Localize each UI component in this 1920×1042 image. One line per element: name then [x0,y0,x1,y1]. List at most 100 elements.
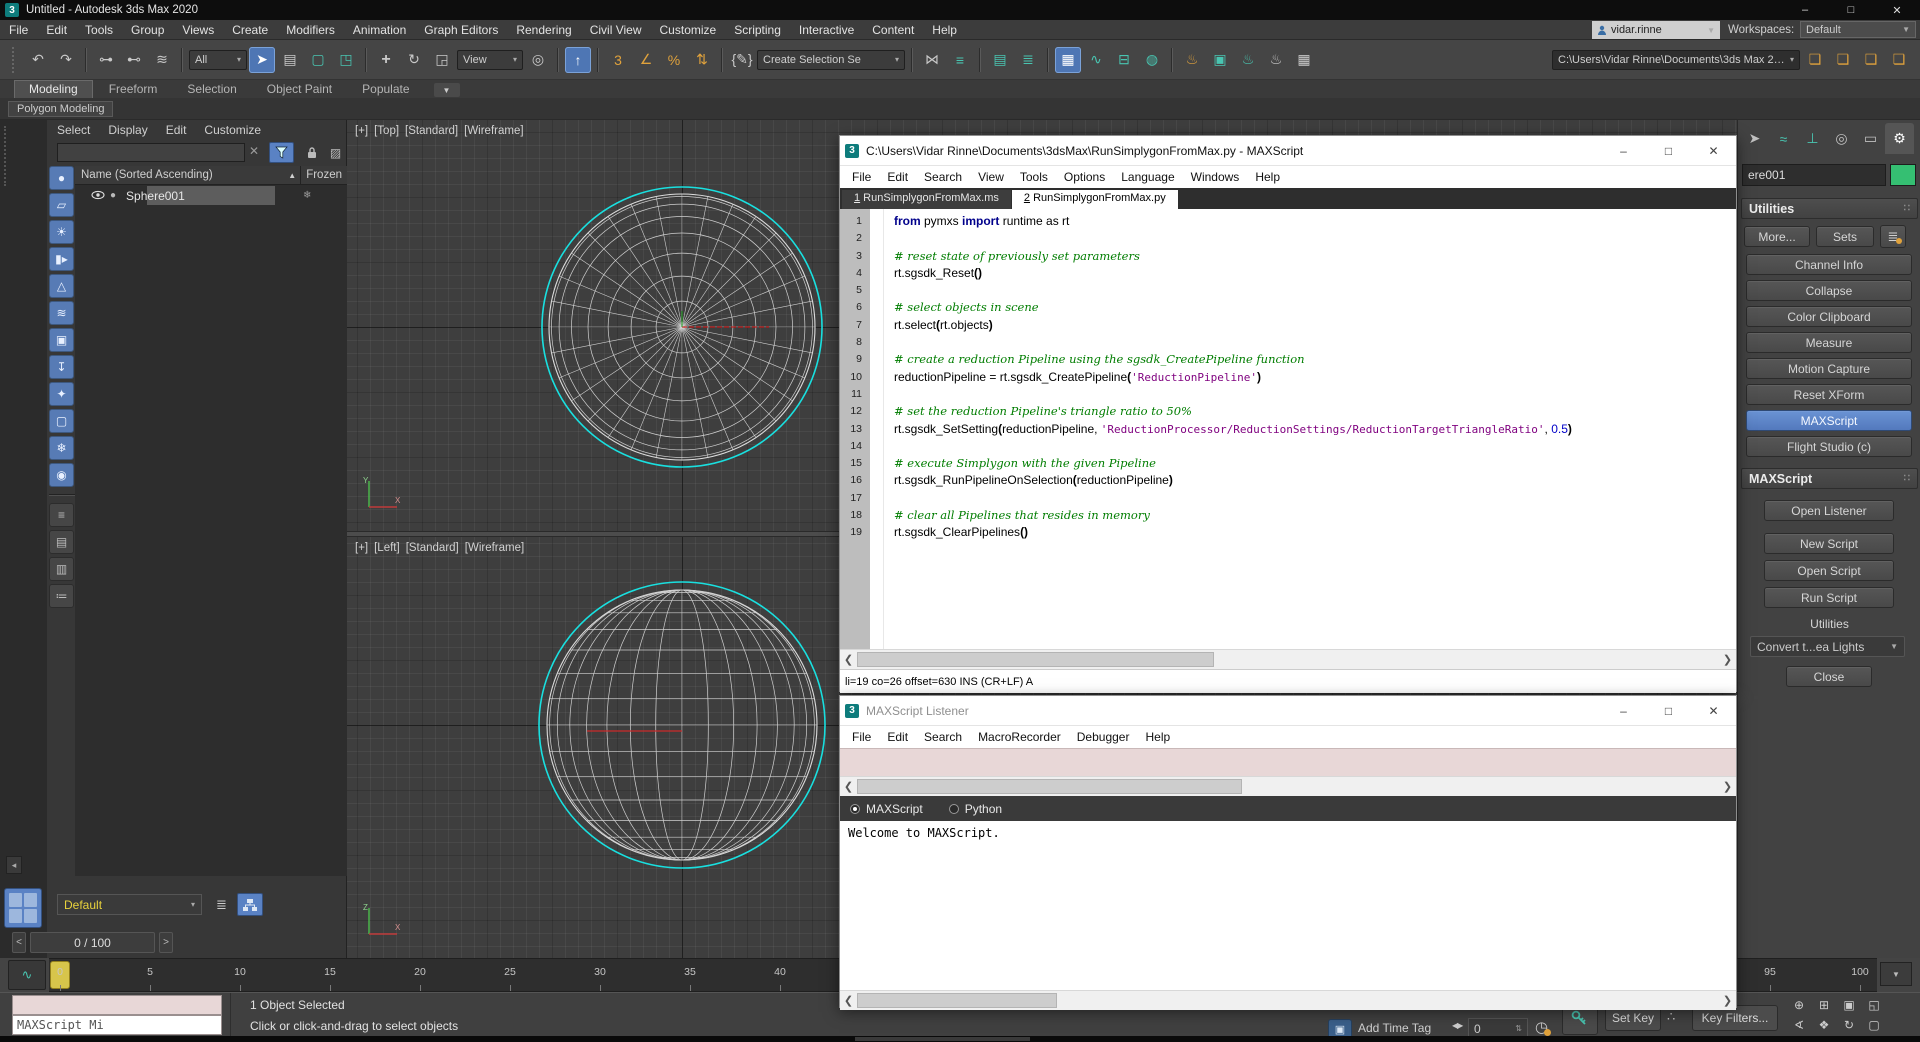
listener-output[interactable]: Welcome to MAXScript. [840,821,1736,990]
material-editor-icon[interactable]: ◍ [1139,47,1165,73]
editor-menu-help[interactable]: Help [1247,167,1288,187]
viewport-standard-label[interactable]: [Standard] [406,542,459,554]
clear-search-icon[interactable]: ✕ [249,144,259,158]
named-selection-sets-dropdown[interactable]: Create Selection Se▾ [757,50,905,70]
frozen-column-header[interactable]: Frozen [300,166,347,184]
close-icon[interactable]: ✕ [1691,136,1736,166]
menu-content[interactable]: Content [863,20,923,40]
explorer-tool-icon-1[interactable]: ≡ [49,503,74,527]
code-line[interactable]: 17 [840,490,1736,507]
code-line[interactable]: 3# reset state of previously set paramet… [840,248,1736,265]
scroll-left-icon[interactable]: ❮ [840,780,857,793]
object-name-field[interactable]: ere001 [1742,164,1886,186]
explorer-menu-customize[interactable]: Customize [204,120,261,140]
mirror-icon[interactable]: ⋈ [919,47,945,73]
editor-menu-search[interactable]: Search [916,167,970,187]
menu-rendering[interactable]: Rendering [507,20,580,40]
listener-menu-help[interactable]: Help [1137,727,1178,747]
collapse-button[interactable]: Collapse [1746,280,1912,301]
code-line[interactable]: 8 [840,334,1736,351]
display-geometry-toggle[interactable]: ● [49,166,74,190]
display-helpers-toggle[interactable]: △ [49,274,74,298]
menu-civil-view[interactable]: Civil View [581,20,651,40]
project-folder-dropdown[interactable]: C:\Users\Vidar Rinne\Documents\3ds Max 2… [1552,50,1800,70]
explorer-tool-icon-4[interactable]: ≔ [49,584,74,608]
ribbon-tab-object-paint[interactable]: Object Paint [253,81,346,98]
menu-edit[interactable]: Edit [37,20,76,40]
code-line[interactable]: 19rt.sgsdk_ClearPipelines() [840,524,1736,541]
bind-to-space-warp-icon[interactable]: ≋ [149,47,175,73]
time-configuration-icon[interactable]: ◷ [1535,1018,1548,1036]
motion-tab[interactable]: ◎ [1827,123,1856,154]
display-bones-toggle[interactable]: ✦ [49,382,74,406]
motion-capture-button[interactable]: Motion Capture [1746,358,1912,379]
flight-studio-c-button[interactable]: Flight Studio (c) [1746,436,1912,457]
scroll-right-icon[interactable]: ❯ [1719,994,1736,1007]
table-row[interactable]: ● Sphere001 ❄ [75,185,347,206]
close-icon[interactable]: ✕ [1874,0,1920,20]
mini-listener-input[interactable]: MAXScript Mi [12,1015,222,1035]
minimize-icon[interactable]: – [1782,0,1828,20]
scrollbar-thumb[interactable] [857,779,1242,794]
radio-maxscript[interactable]: MAXScript [850,802,923,816]
editor-menu-options[interactable]: Options [1056,167,1113,187]
listener-menu-debugger[interactable]: Debugger [1069,727,1138,747]
editor-menu-language[interactable]: Language [1113,167,1182,187]
menu-group[interactable]: Group [122,20,173,40]
display-spacewarps-toggle[interactable]: ≋ [49,301,74,325]
explorer-menu-select[interactable]: Select [57,120,90,140]
snaps-toggle-icon[interactable]: 3 [605,47,631,73]
ribbon-tab-populate[interactable]: Populate [348,81,423,98]
restore-icon[interactable]: □ [1828,0,1874,20]
create-tab[interactable]: ➤ [1740,123,1769,154]
sphere-wireframe-top-view[interactable] [532,177,832,477]
object-name[interactable]: Sphere001 [126,189,185,203]
menu-create[interactable]: Create [223,20,277,40]
editor-menu-tools[interactable]: Tools [1012,167,1056,187]
key-mode-icon[interactable]: ∴ [1667,1009,1675,1025]
table-header[interactable]: Name (Sorted Ascending) ▲ Frozen [75,166,347,185]
listener-menu-edit[interactable]: Edit [879,727,916,747]
code-line[interactable]: 13rt.sgsdk_SetSetting(reductionPipeline,… [840,421,1736,438]
maximize-viewport-icon[interactable]: ▢ [1863,1016,1885,1034]
maximize-icon[interactable]: □ [1646,696,1691,726]
editor-titlebar[interactable]: 3 C:\Users\Vidar Rinne\Documents\3dsMax\… [840,136,1736,166]
scroll-right-icon[interactable]: ❯ [1719,653,1736,666]
file-action-icon-3[interactable]: ❏ [1858,47,1884,73]
editor-menu-view[interactable]: View [970,167,1012,187]
viewport-standard-label[interactable]: [Standard] [405,125,458,137]
visibility-eye-icon[interactable] [91,189,105,203]
explorer-tool-icon-2[interactable]: ▤ [49,530,74,554]
render-in-cloud-icon[interactable]: ♨ [1263,47,1289,73]
search-input[interactable] [57,143,245,162]
listener-titlebar[interactable]: 3 MAXScript Listener – □ ✕ [840,696,1736,726]
viewport-pov-label[interactable]: [Left] [374,542,400,554]
code-editor[interactable]: 1from pymxs import runtime as rt23# rese… [840,209,1736,649]
measure-button[interactable]: Measure [1746,332,1912,353]
mini-macro-recorder[interactable] [12,995,222,1015]
open-arnold-view-icon[interactable]: ▦ [1291,47,1317,73]
select-and-move-icon[interactable]: + [373,47,399,73]
code-line[interactable]: 4rt.sgsdk_Reset() [840,265,1736,282]
display-preset-dropdown[interactable]: Default ▾ [57,894,202,915]
maxscript-rollout-header[interactable]: MAXScript ∷ [1741,468,1918,489]
scrollbar-thumb[interactable] [857,993,1057,1008]
code-line[interactable]: 12# set the reduction Pipeline's triangl… [840,403,1736,420]
code-line[interactable]: 15# execute Simplygon with the given Pip… [840,455,1736,472]
unlink-selection-icon[interactable]: ⊷ [121,47,147,73]
select-and-rotate-icon[interactable]: ↻ [401,47,427,73]
hierarchy-tab[interactable]: ⊥ [1798,123,1827,154]
code-line[interactable]: 7rt.select(rt.objects) [840,317,1736,334]
scroll-left-icon[interactable]: ❮ [840,653,857,666]
display-lights-toggle[interactable]: ☀ [49,220,74,244]
file-action-icon-1[interactable]: ❏ [1802,47,1828,73]
maximize-icon[interactable]: □ [1646,136,1691,166]
zoom-icon[interactable]: ⊕ [1788,996,1810,1014]
select-and-scale-icon[interactable]: ◲ [429,47,455,73]
viewport-pov-label[interactable]: [Top] [374,125,399,137]
display-particles-toggle[interactable]: ❄ [49,436,74,460]
close-utility-button[interactable]: Close [1786,666,1872,687]
workspace-dropdown[interactable]: Default ▼ [1800,21,1916,38]
select-object-icon[interactable]: ➤ [249,47,275,73]
pan-hand-icon[interactable]: ❖ [1813,1016,1835,1034]
